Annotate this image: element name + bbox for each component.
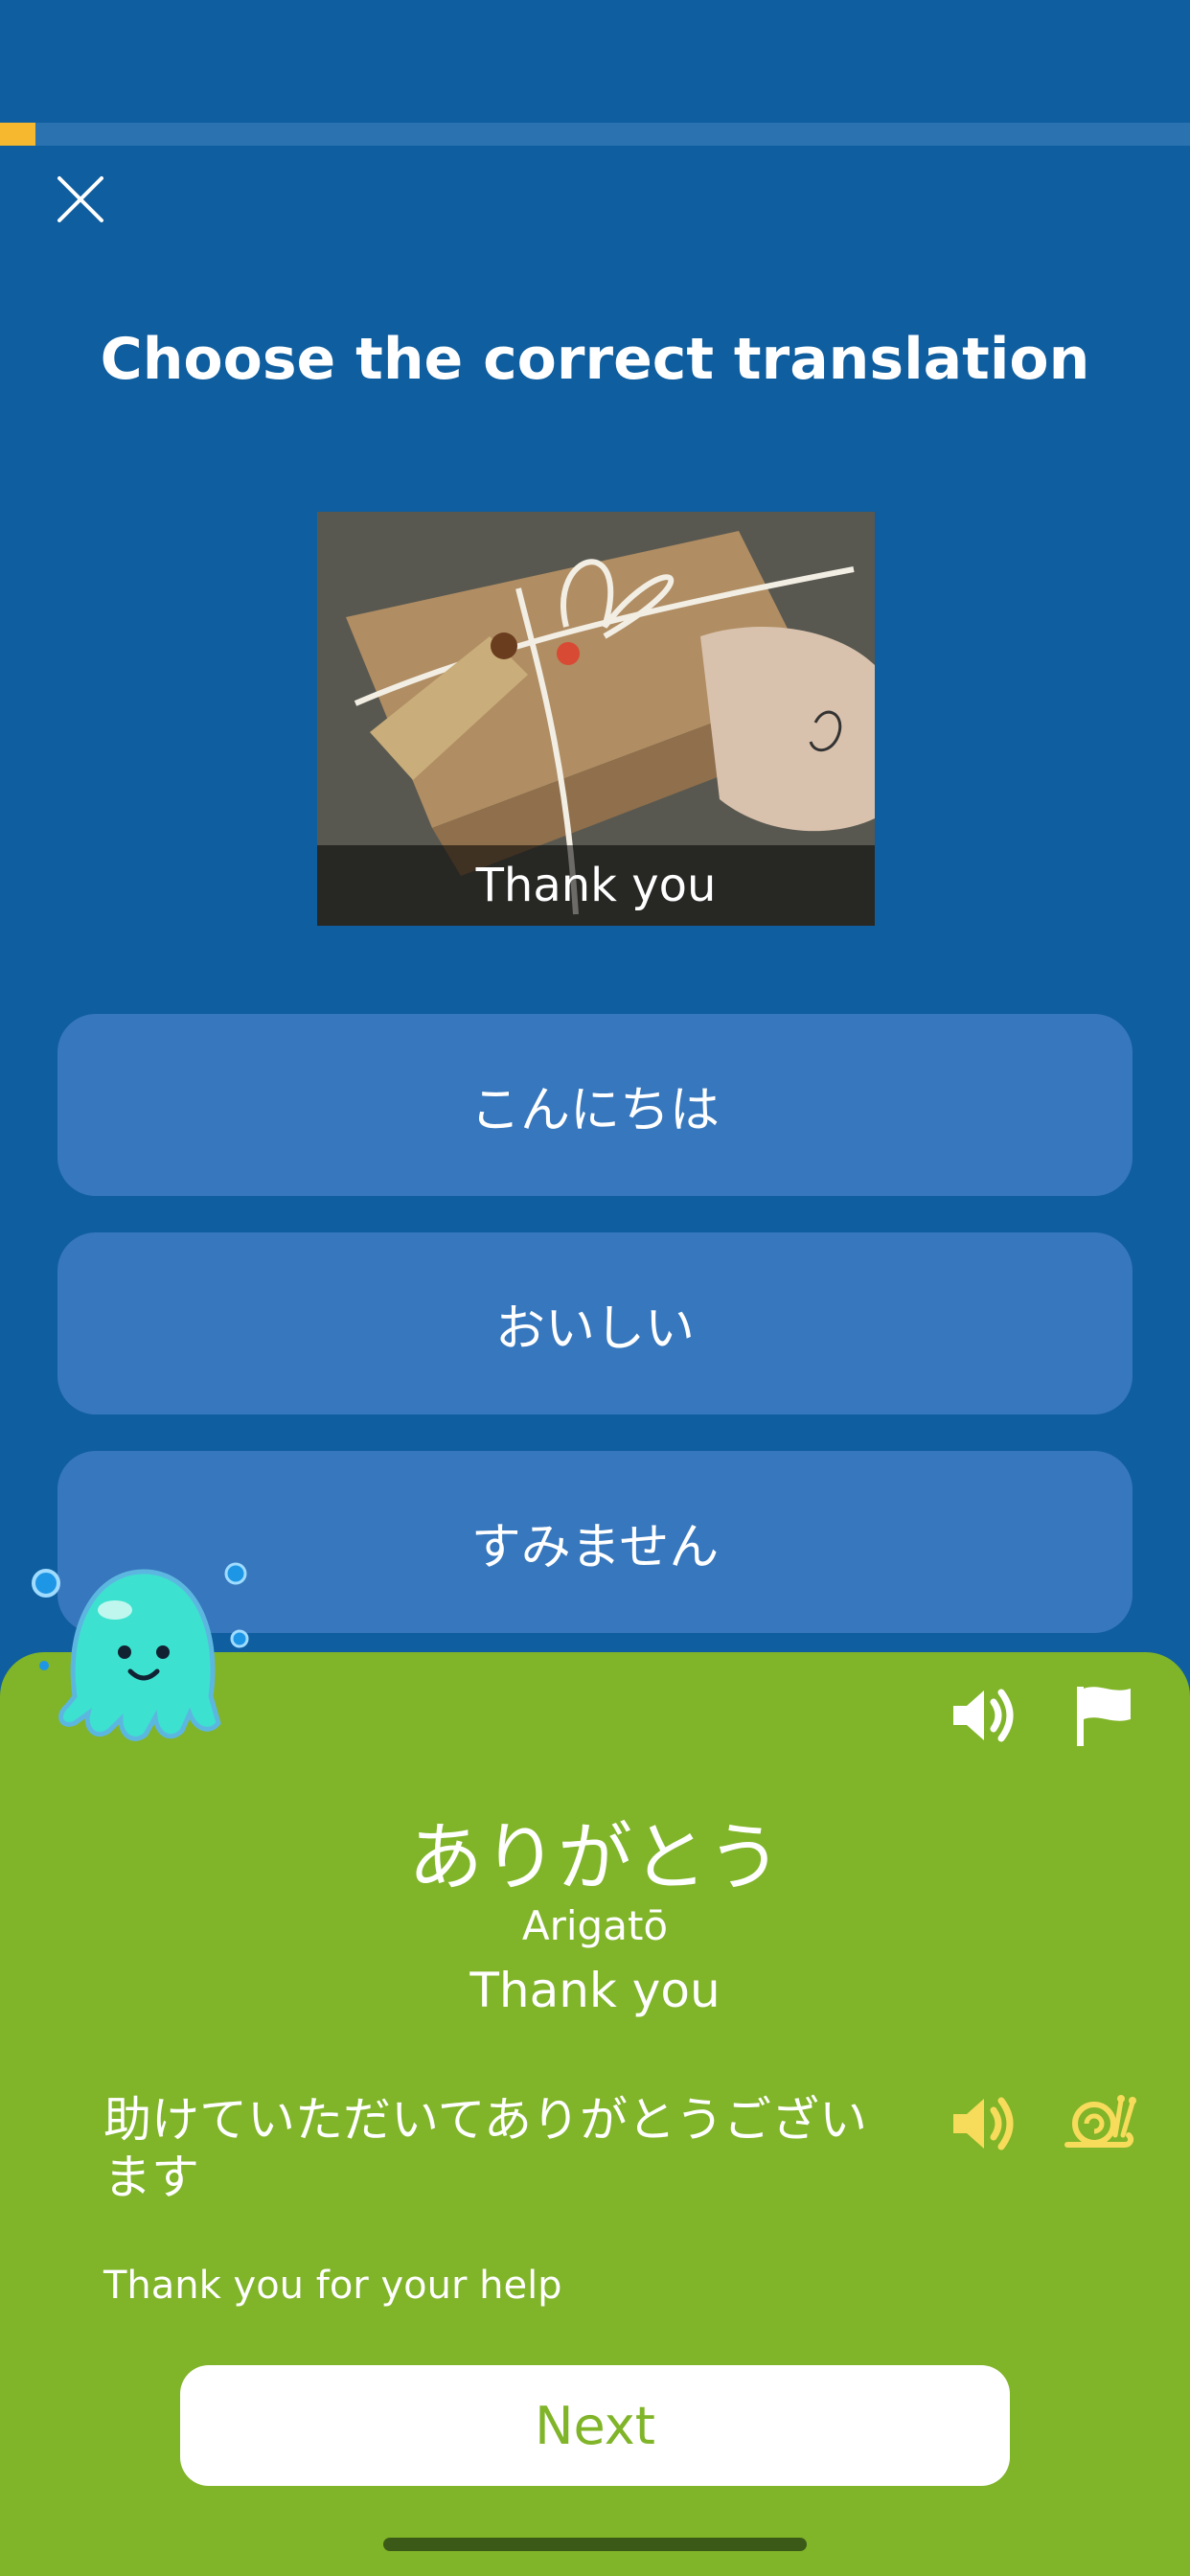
speaker-icon — [953, 1689, 1014, 1742]
image-caption: Thank you — [317, 845, 875, 926]
play-word-audio-button[interactable] — [944, 1677, 1020, 1754]
speaker-icon — [953, 2097, 1014, 2150]
next-button[interactable]: Next — [180, 2365, 1010, 2486]
answer-word-english: Thank you — [469, 1963, 721, 2018]
example-sentence-japanese: 助けていただいてありがとうございます — [103, 2092, 867, 2205]
page-title: Choose the correct translation — [100, 326, 1090, 393]
example-sentence-english: Thank you for your help — [103, 2264, 562, 2308]
prompt-image: Thank you — [317, 512, 875, 926]
lesson-progress-bar — [0, 123, 1190, 146]
answer-option-1[interactable]: こんにちは — [57, 1014, 1133, 1196]
snail-icon — [1064, 2095, 1136, 2148]
progress-fill — [0, 123, 36, 146]
home-indicator — [383, 2538, 807, 2551]
play-slow-audio-button[interactable] — [1062, 2085, 1138, 2162]
flag-icon — [1077, 1687, 1131, 1746]
answer-word-japanese: ありがとう — [407, 1815, 782, 1901]
report-flag-button[interactable] — [1065, 1677, 1142, 1754]
answer-word-romaji: Arigatō — [521, 1902, 669, 1949]
close-button[interactable] — [50, 169, 111, 230]
play-sentence-audio-button[interactable] — [944, 2085, 1020, 2162]
octopus-mascot — [32, 1562, 249, 1741]
close-icon — [57, 176, 103, 222]
answer-option-2[interactable]: おいしい — [57, 1232, 1133, 1414]
